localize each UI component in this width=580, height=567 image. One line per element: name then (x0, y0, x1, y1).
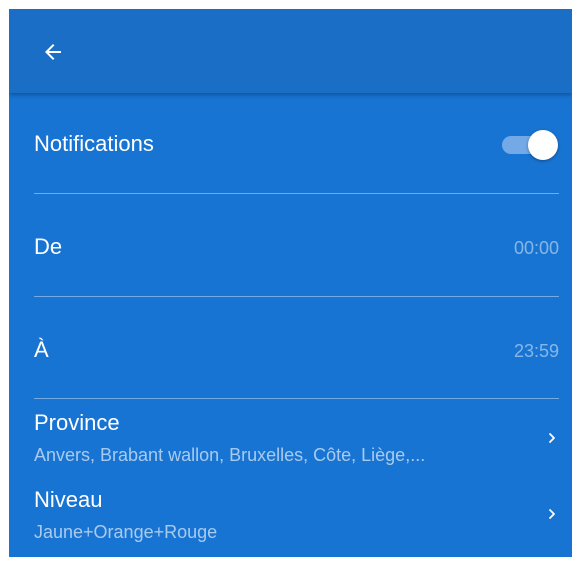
settings-screen: Notifications De 00:00 À 23:59 Province … (9, 9, 572, 557)
toggle-thumb (528, 130, 558, 160)
from-time-row[interactable]: De 00:00 (9, 194, 572, 296)
arrow-left-icon (45, 44, 61, 60)
level-label: Niveau (34, 487, 103, 512)
level-row[interactable]: Niveau Jaune+Orange+Rouge (9, 479, 572, 557)
from-time-label: De (34, 234, 63, 259)
from-time-value: 00:00 (513, 238, 559, 258)
level-summary: Jaune+Orange+Rouge (34, 522, 218, 542)
to-time-row[interactable]: À 23:59 (9, 297, 572, 399)
province-label: Province (34, 410, 120, 435)
province-summary: Anvers, Brabant wallon, Bruxelles, Côte,… (34, 445, 426, 465)
chevron-right-icon (544, 506, 560, 522)
province-row[interactable]: Province Anvers, Brabant wallon, Bruxell… (9, 399, 572, 479)
to-time-value: 23:59 (513, 341, 559, 361)
chevron-right-icon (544, 430, 560, 446)
notifications-label: Notifications (34, 131, 154, 156)
notifications-row[interactable]: Notifications (9, 93, 572, 193)
back-button[interactable] (31, 30, 75, 74)
app-bar (9, 9, 572, 93)
notifications-toggle[interactable] (502, 128, 558, 162)
to-time-label: À (34, 337, 49, 362)
